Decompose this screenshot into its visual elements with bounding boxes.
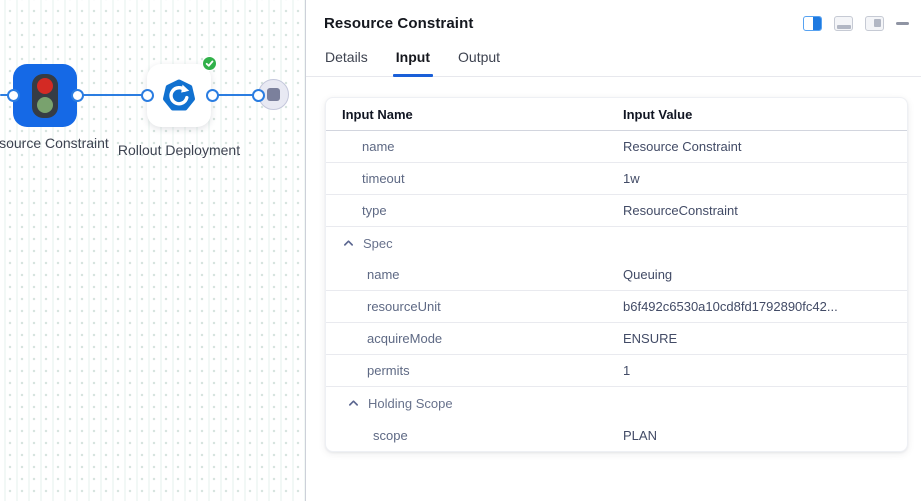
connection-port[interactable]	[141, 89, 154, 102]
table-row: timeout 1w	[326, 163, 907, 195]
window-controls	[803, 16, 909, 31]
table-group-row[interactable]: Spec	[326, 227, 907, 259]
table-row: resourceUnit b6f492c6530a10cd8fd1792890f…	[326, 291, 907, 323]
input-table: Input Name Input Value name Resource Con…	[325, 97, 908, 452]
row-label: permits	[367, 363, 410, 378]
tab-output[interactable]: Output	[457, 49, 501, 76]
red-light-icon	[37, 78, 53, 94]
table-row: scope PLAN	[326, 419, 907, 451]
edge-line	[77, 94, 148, 96]
row-value: 1w	[623, 171, 640, 186]
tab-bar: Details Input Output	[306, 49, 921, 77]
row-value: PLAN	[623, 428, 657, 443]
stop-square-icon	[267, 88, 280, 101]
table-row: type ResourceConstraint	[326, 195, 907, 227]
table-group-row[interactable]: Holding Scope	[326, 387, 907, 419]
tab-details[interactable]: Details	[324, 49, 369, 76]
row-value: b6f492c6530a10cd8fd1792890fc42...	[623, 299, 838, 314]
panel-title: Resource Constraint	[324, 15, 473, 32]
traffic-light-icon	[32, 74, 58, 118]
row-label: acquireMode	[367, 331, 442, 346]
group-label: Spec	[363, 236, 393, 251]
details-panel: Resource Constraint Details Input Output…	[306, 0, 921, 501]
connection-port[interactable]	[206, 89, 219, 102]
column-input-value: Input Value	[623, 107, 692, 122]
row-label: type	[362, 203, 387, 218]
dock-float-icon[interactable]	[865, 16, 884, 31]
row-value: 1	[623, 363, 630, 378]
row-value: Queuing	[623, 267, 672, 282]
row-label: scope	[373, 428, 408, 443]
group-label: Holding Scope	[368, 396, 453, 411]
row-value: ResourceConstraint	[623, 203, 738, 218]
table-header: Input Name Input Value	[326, 98, 907, 131]
dock-right-icon[interactable]	[803, 16, 822, 31]
row-value: ENSURE	[623, 331, 677, 346]
connection-port[interactable]	[252, 89, 265, 102]
chevron-up-icon[interactable]	[343, 238, 354, 249]
table-row: acquireMode ENSURE	[326, 323, 907, 355]
row-label: timeout	[362, 171, 405, 186]
table-row: name Queuing	[326, 259, 907, 291]
success-check-icon	[202, 56, 217, 71]
connection-port[interactable]	[7, 89, 20, 102]
row-label: resourceUnit	[367, 299, 441, 314]
node-label: Rollout Deployment	[114, 139, 244, 161]
minimize-icon[interactable]	[896, 22, 909, 25]
rollout-sync-icon	[162, 79, 196, 113]
chevron-up-icon[interactable]	[348, 398, 359, 409]
connection-port[interactable]	[71, 89, 84, 102]
table-row: permits 1	[326, 355, 907, 387]
row-label: name	[367, 267, 400, 282]
workflow-canvas[interactable]: Resource Constraint Rollout Deployment	[0, 0, 305, 501]
row-label: name	[362, 139, 395, 154]
table-row: name Resource Constraint	[326, 131, 907, 163]
node-label: Resource Constraint	[0, 132, 110, 154]
column-input-name: Input Name	[342, 107, 413, 122]
green-light-icon	[37, 97, 53, 113]
node-resource-constraint[interactable]	[13, 64, 77, 127]
row-value: Resource Constraint	[623, 139, 742, 154]
tab-input[interactable]: Input	[395, 49, 431, 76]
dock-bottom-icon[interactable]	[834, 16, 853, 31]
panel-header: Resource Constraint	[306, 0, 921, 32]
node-rollout-deployment[interactable]	[147, 64, 211, 127]
